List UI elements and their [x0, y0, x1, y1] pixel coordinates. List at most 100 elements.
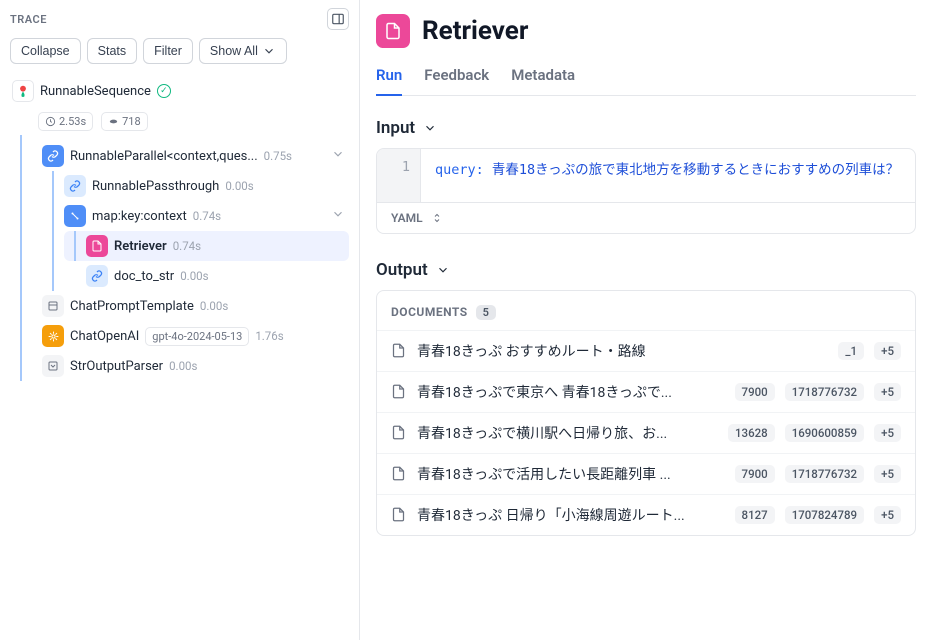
- node-time: 0.00s: [200, 299, 228, 313]
- chevron-down-icon[interactable]: [329, 147, 347, 165]
- format-label: YAML: [391, 211, 423, 225]
- show-all-button[interactable]: Show All: [199, 38, 287, 64]
- document-tag: +5: [874, 342, 901, 360]
- document-tag: 8127: [735, 506, 775, 524]
- model-chip: gpt-4o-2024-05-13: [145, 327, 249, 346]
- code-body[interactable]: query: 青春18きっぷの旅で東北地方を移動するときにおすすめの列車は？: [421, 149, 915, 202]
- node-label: map:key:context: [92, 209, 187, 224]
- filter-button[interactable]: Filter: [143, 38, 193, 64]
- document-title: 青春18きっぷで東京へ 青春18きっぷで...: [417, 382, 725, 402]
- selector-icon: [431, 212, 443, 224]
- yaml-key: query:: [435, 162, 484, 178]
- output-section-header[interactable]: Output: [376, 260, 916, 280]
- node-doc-to-str[interactable]: doc_to_str 0.00s: [64, 261, 349, 291]
- input-section-header[interactable]: Input: [376, 118, 916, 138]
- trace-sidebar: TRACE Collapse Stats Filter Show All Run…: [0, 0, 360, 640]
- document-tag: _1: [838, 342, 864, 360]
- document-row[interactable]: 青春18きっぷ 日帰り「小海線周遊ルート...81271707824789+5: [377, 494, 915, 535]
- tab-feedback[interactable]: Feedback: [424, 60, 489, 95]
- panel-toggle-icon[interactable]: [327, 8, 349, 30]
- input-section-title: Input: [376, 118, 415, 138]
- success-icon: ✓: [157, 84, 171, 98]
- document-icon: [391, 507, 407, 522]
- trace-header-title: TRACE: [10, 13, 47, 26]
- document-row[interactable]: 青春18きっぷで東京へ 青春18きっぷで... 7900 1718776732 +5: [377, 371, 915, 412]
- document-tag: 1707824789: [785, 506, 864, 524]
- node-str-output-parser[interactable]: StrOutputParser 0.00s: [20, 351, 349, 381]
- document-tag: 1718776732: [785, 465, 864, 483]
- document-row[interactable]: 青春18きっぷ おすすめルート・路線 _1 +5: [377, 330, 915, 371]
- node-time: 0.74s: [193, 209, 221, 223]
- node-map-key-context[interactable]: map:key:context 0.74s: [42, 201, 349, 231]
- document-title: 青春18きっぷ おすすめルート・路線: [417, 341, 828, 361]
- parser-icon: [42, 355, 64, 377]
- document-title: 青春18きっぷで横川駅へ日帰り旅、お...: [417, 423, 718, 443]
- document-tag: 1718776732: [785, 383, 864, 401]
- tokens-value: 718: [122, 115, 141, 128]
- output-section-title: Output: [376, 260, 428, 280]
- node-chat-prompt-template[interactable]: ChatPromptTemplate 0.00s: [20, 291, 349, 321]
- tab-metadata[interactable]: Metadata: [511, 60, 575, 95]
- node-time: 1.76s: [255, 329, 283, 343]
- template-icon: [42, 295, 64, 317]
- page-title: Retriever: [422, 16, 528, 46]
- node-label: RunnableSequence: [40, 84, 151, 99]
- document-tag: 7900: [735, 465, 775, 483]
- token-icon: [108, 116, 119, 127]
- chain-icon: [86, 265, 108, 287]
- tokens-chip: 718: [101, 112, 148, 131]
- document-tag: 7900: [735, 383, 775, 401]
- node-time: 0.00s: [180, 269, 208, 283]
- node-label: RunnablePassthrough: [92, 179, 219, 194]
- show-all-label: Show All: [210, 44, 258, 58]
- chevron-down-icon: [262, 44, 276, 58]
- duration-value: 2.53s: [59, 115, 86, 128]
- document-icon: [391, 384, 407, 399]
- node-label: Retriever: [114, 239, 167, 254]
- openai-icon: [42, 325, 64, 347]
- format-selector[interactable]: YAML: [377, 202, 915, 233]
- output-card: DOCUMENTS 5 青春18きっぷ おすすめルート・路線_1+5青春18きっ…: [376, 290, 916, 536]
- main-panel: Retriever Run Feedback Metadata Input 1 …: [360, 0, 932, 640]
- document-icon: [86, 235, 108, 257]
- chevron-down-icon[interactable]: [329, 207, 347, 225]
- node-time: 0.74s: [173, 239, 201, 253]
- stats-button[interactable]: Stats: [87, 38, 138, 64]
- chevron-down-icon: [436, 263, 450, 277]
- documents-header: DOCUMENTS: [391, 305, 468, 319]
- node-label: ChatOpenAI: [70, 329, 139, 344]
- node-time: 0.00s: [225, 179, 253, 193]
- langchain-icon: [12, 80, 34, 102]
- node-label: StrOutputParser: [70, 359, 163, 374]
- document-tag: 13628: [728, 424, 775, 442]
- tab-run[interactable]: Run: [376, 60, 402, 96]
- document-tag: +5: [874, 383, 901, 401]
- document-title: 青春18きっぷで活用したい長距離列車 ...: [417, 464, 725, 484]
- chain-icon: [64, 175, 86, 197]
- trace-tree: RunnableSequence ✓ 2.53s 718: [10, 76, 349, 381]
- clock-icon: [45, 116, 56, 127]
- input-card: 1 query: 青春18きっぷの旅で東北地方を移動するときにおすすめの列車は？…: [376, 148, 916, 234]
- code-gutter: 1: [377, 149, 421, 202]
- document-tag: 1690600859: [785, 424, 864, 442]
- document-tag: +5: [874, 424, 901, 442]
- node-label: ChatPromptTemplate: [70, 299, 194, 314]
- node-label: RunnableParallel<context,ques...: [70, 149, 258, 164]
- document-icon: [391, 425, 407, 440]
- document-tag: +5: [874, 465, 901, 483]
- node-time: 0.00s: [169, 359, 197, 373]
- node-runnable-passthrough[interactable]: RunnablePassthrough 0.00s: [42, 171, 349, 201]
- document-tag: +5: [874, 506, 901, 524]
- node-runnable-parallel[interactable]: RunnableParallel<context,ques... 0.75s: [20, 141, 349, 171]
- node-chat-openai[interactable]: ChatOpenAI gpt-4o-2024-05-13 1.76s: [20, 321, 349, 351]
- document-row[interactable]: 青春18きっぷで活用したい長距離列車 ... 7900 1718776732 +5: [377, 453, 915, 494]
- collapse-button[interactable]: Collapse: [10, 38, 81, 64]
- map-icon: [64, 205, 86, 227]
- chain-icon: [42, 145, 64, 167]
- node-retriever[interactable]: Retriever 0.74s: [64, 231, 349, 261]
- document-row[interactable]: 青春18きっぷで横川駅へ日帰り旅、お... 13628 1690600859 +5: [377, 412, 915, 453]
- yaml-value: 青春18きっぷの旅で東北地方を移動するときにおすすめの列車は？: [492, 162, 899, 178]
- node-runnable-sequence[interactable]: RunnableSequence ✓: [10, 76, 349, 106]
- documents-count: 5: [476, 305, 497, 320]
- duration-chip: 2.53s: [38, 112, 93, 131]
